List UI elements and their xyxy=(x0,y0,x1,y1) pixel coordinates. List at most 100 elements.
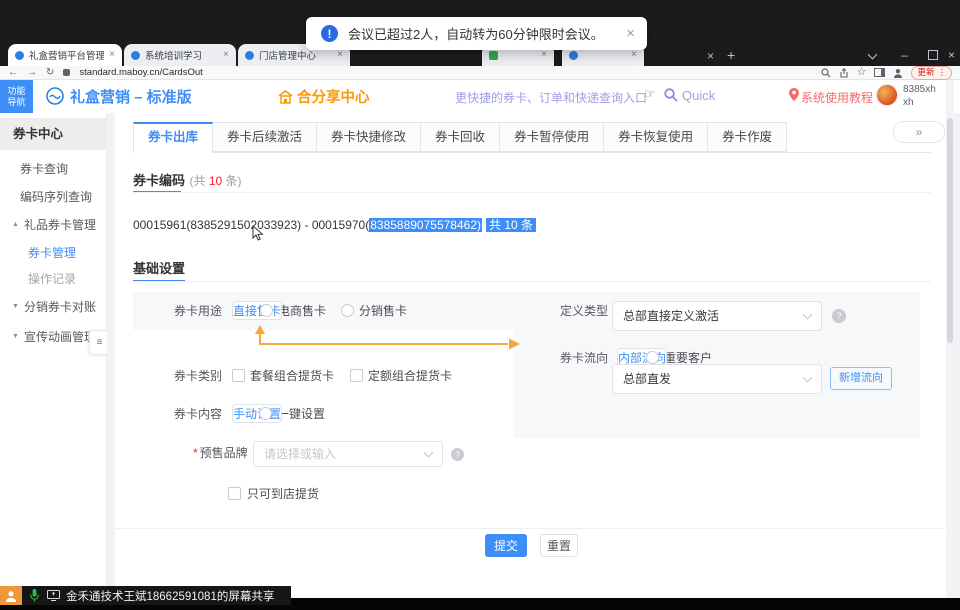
sidebar-item[interactable]: 编码序列查询 xyxy=(20,188,92,205)
toast-close-icon[interactable]: × xyxy=(626,26,635,41)
radio-option[interactable]: 直接售卡 xyxy=(232,302,245,319)
content-tab[interactable]: 券卡恢复使用 xyxy=(604,122,708,152)
user-name-sub: xh xyxy=(903,96,936,109)
bookmark-star-icon[interactable]: ☆ xyxy=(857,67,867,78)
function-nav-toggle[interactable]: 功能 导航 xyxy=(0,80,33,113)
content-tab[interactable]: 券卡暂停使用 xyxy=(500,122,604,152)
new-tab-icon[interactable]: + xyxy=(727,48,735,62)
url-text[interactable]: standard.maboy.cn/CardsOut xyxy=(79,67,202,78)
sidebar-item-label: 操作记录 xyxy=(28,270,76,287)
option-label: 套餐组合提货卡 xyxy=(250,367,334,384)
radio-option[interactable]: 手动设置 xyxy=(232,405,245,422)
presale-brand-select[interactable]: 请选择或输入 xyxy=(253,441,443,467)
side-panel-icon[interactable] xyxy=(874,68,885,77)
content-tab[interactable]: 券卡出库 xyxy=(133,122,213,153)
quick-search-icon[interactable] xyxy=(664,88,678,102)
card-content-label: 券卡内容 xyxy=(160,405,222,422)
tab-close-icon[interactable]: × xyxy=(541,50,547,60)
required-asterisk: * xyxy=(193,446,198,460)
collapse-arrow-icon[interactable]: ▲ xyxy=(12,221,19,228)
sidebar-item[interactable]: ▼ 分销券卡对账 xyxy=(12,298,96,315)
profile-icon[interactable] xyxy=(893,68,903,78)
card-flow-label: 券卡流向 xyxy=(560,349,608,366)
store-pickup-label: 只可到店提货 xyxy=(247,485,319,502)
presale-brand-help-icon[interactable]: ? xyxy=(451,448,464,461)
tutorial-link[interactable]: 系统使用教程 xyxy=(801,89,873,106)
content-tab[interactable]: 券卡回收 xyxy=(421,122,500,152)
sidebar-item[interactable]: 操作记录 xyxy=(28,270,76,287)
browser-update-button[interactable]: 更新⋮ xyxy=(911,66,952,80)
expand-button[interactable]: » xyxy=(893,121,945,143)
code-range-selected: 8385889075578462) xyxy=(369,218,482,232)
option-label: 电商售卡 xyxy=(278,302,326,319)
define-type-label: 定义类型 xyxy=(560,302,608,319)
screen: 礼盒营销平台管理中心×系统培训学习×门店管理中心××× × + – × ← → … xyxy=(0,0,960,610)
share-center-label: 合分享中心 xyxy=(297,86,370,107)
window-minimize-icon[interactable]: – xyxy=(901,49,908,61)
submit-button[interactable]: 提交 xyxy=(485,534,527,557)
tab-close-icon[interactable]: × xyxy=(707,50,714,62)
checkbox-option[interactable]: 套餐组合提货卡 xyxy=(232,367,334,384)
user-avatar[interactable] xyxy=(876,84,898,106)
content-tab[interactable]: 券卡作废 xyxy=(708,122,787,152)
sidebar-item[interactable]: ▲礼品券卡管理 xyxy=(12,216,96,233)
store-pickup-checkbox[interactable] xyxy=(228,487,241,500)
nav-toggle-line2: 导航 xyxy=(7,97,25,108)
screen-share-bar: 金禾通技术王斌18662591081的屏幕共享 xyxy=(0,586,291,605)
tab-close-icon[interactable]: × xyxy=(109,50,115,60)
checkbox-control[interactable] xyxy=(232,369,245,382)
tab-close-icon[interactable]: × xyxy=(337,50,343,60)
card-flow-select[interactable]: 总部直发 xyxy=(612,364,822,394)
codes-divider xyxy=(133,192,931,193)
define-type-help-icon[interactable]: ? xyxy=(832,309,846,323)
toast-text: 会议已超过2人，自动转为60分钟限时会议。 xyxy=(348,24,604,43)
radio-control[interactable] xyxy=(646,351,659,364)
browser-tab[interactable]: 系统培训学习 × xyxy=(124,44,236,66)
card-code-range[interactable]: 00015961(8385291502033923) - 00015970(83… xyxy=(133,216,536,233)
card-flow-value: 总部直发 xyxy=(613,365,821,393)
forward-icon[interactable]: → xyxy=(27,68,37,78)
app-logo-icon xyxy=(46,87,64,105)
code-count-badge: 共 10 条 xyxy=(486,218,536,232)
quick-link[interactable]: Quick xyxy=(682,88,715,103)
radio-control[interactable] xyxy=(259,407,272,420)
expand-arrow-icon[interactable]: ▼ xyxy=(12,303,19,310)
add-flow-button[interactable]: 新增流向 xyxy=(830,367,892,390)
site-info-icon[interactable] xyxy=(63,69,70,76)
scrollbar-thumb[interactable] xyxy=(947,118,953,343)
tab-label: 系统培训学习 xyxy=(145,48,218,62)
define-type-select[interactable]: 总部直接定义激活 xyxy=(612,301,822,331)
sidebar-collapse-button[interactable]: ≡ xyxy=(89,330,109,355)
sidebar-item[interactable]: ▼ 宣传动画管理 xyxy=(12,328,96,345)
codes-count: 10 xyxy=(209,174,222,188)
tab-favicon xyxy=(15,51,24,60)
checkbox-option[interactable]: 定额组合提货卡 xyxy=(350,367,452,384)
card-category-row: 券卡类别 套餐组合提货卡定额组合提货卡 xyxy=(160,367,452,384)
store-pickup-row[interactable]: 只可到店提货 xyxy=(228,485,319,502)
back-icon[interactable]: ← xyxy=(8,68,18,78)
share-icon[interactable] xyxy=(839,68,849,78)
zoom-icon[interactable] xyxy=(821,68,831,78)
expand-arrow-icon[interactable]: ▼ xyxy=(12,333,19,340)
tab-favicon xyxy=(489,51,498,60)
radio-control[interactable] xyxy=(260,304,273,317)
window-close-icon[interactable]: × xyxy=(948,49,955,61)
radio-option[interactable]: 分销售卡 xyxy=(341,302,407,319)
reload-icon[interactable]: ↻ xyxy=(46,68,54,78)
sidebar-item-label: 分销券卡对账 xyxy=(24,298,96,315)
content-tab[interactable]: 券卡后续激活 xyxy=(213,122,317,152)
card-content-row: 券卡内容 手动设置一键设置 xyxy=(160,405,325,422)
content-tab[interactable]: 券卡快捷修改 xyxy=(317,122,421,152)
sidebar-item[interactable]: 券卡查询 xyxy=(20,160,68,177)
share-center-link[interactable]: 合分享中心 xyxy=(278,86,370,107)
sidebar-item[interactable]: 券卡管理 xyxy=(28,244,76,261)
tab-close-icon[interactable]: × xyxy=(223,50,229,60)
radio-control[interactable] xyxy=(341,304,354,317)
browser-tab[interactable]: 礼盒营销平台管理中心× xyxy=(8,44,122,66)
sidebar-item-label: 宣传动画管理 xyxy=(24,328,96,345)
reset-button[interactable]: 重置 xyxy=(540,534,578,557)
checkbox-control[interactable] xyxy=(350,369,363,382)
kebab-menu-icon[interactable]: ⋮ xyxy=(938,68,947,77)
tab-close-icon[interactable]: × xyxy=(631,50,637,60)
window-maximize-icon[interactable] xyxy=(928,50,938,60)
